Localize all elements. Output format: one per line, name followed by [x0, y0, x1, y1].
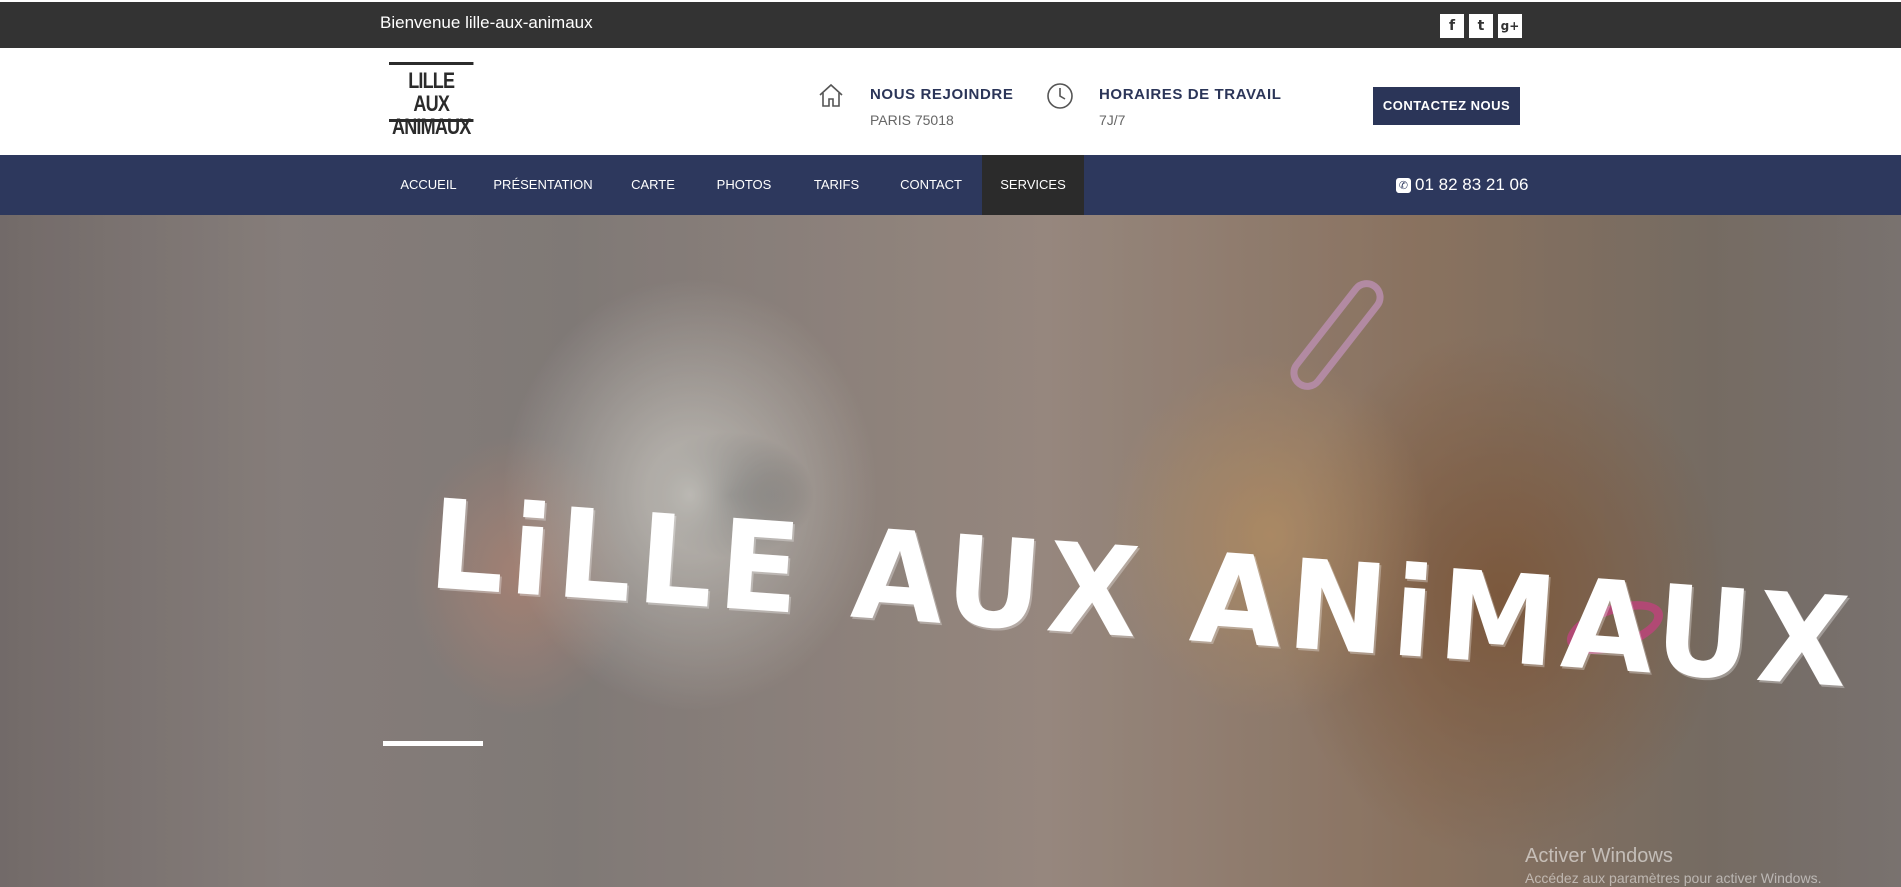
phone-icon: ✆	[1396, 178, 1411, 193]
nav-presentation[interactable]: PRÉSENTATION	[480, 155, 606, 215]
logo-line-1: LILLE AUX	[408, 68, 455, 116]
phone-number[interactable]: ✆ 01 82 83 21 06	[1396, 155, 1528, 215]
activate-windows-subtitle: Accédez aux paramètres pour activer Wind…	[1525, 870, 1822, 886]
nav-tarifs[interactable]: TARIFS	[799, 155, 874, 215]
hero-banner: LiLLE AUX ANiMAUX Activer Windows Accéde…	[0, 215, 1901, 887]
contact-us-button[interactable]: CONTACTEZ NOUS	[1373, 87, 1520, 125]
hours-title: HORAIRES DE TRAVAIL	[1099, 86, 1282, 103]
top-bar: Bienvenue lille-aux-animaux f t g+	[0, 0, 1901, 48]
nav-contact[interactable]: CONTACT	[887, 155, 975, 215]
location-subtitle: PARIS 75018	[870, 112, 954, 128]
hours-subtitle: 7J/7	[1099, 112, 1126, 128]
clock-icon	[1047, 83, 1073, 109]
location-title: NOUS REJOINDRE	[870, 86, 1014, 103]
nav-carte[interactable]: CARTE	[617, 155, 689, 215]
nav-services[interactable]: SERVICES	[982, 155, 1084, 215]
twitter-icon[interactable]: t	[1469, 14, 1493, 38]
activate-windows-title: Activer Windows	[1525, 845, 1673, 867]
nav-photos[interactable]: PHOTOS	[702, 155, 786, 215]
home-icon	[819, 83, 843, 107]
site-logo[interactable]: LILLE AUX ANIMAUX	[389, 62, 474, 138]
google-plus-icon[interactable]: g+	[1498, 14, 1522, 38]
hero-underline	[383, 741, 483, 746]
welcome-text: Bienvenue lille-aux-animaux	[380, 13, 593, 32]
main-nav: ACCUEIL PRÉSENTATION CARTE PHOTOS TARIFS…	[0, 155, 1901, 215]
logo-line-2: ANIMAUX	[391, 114, 471, 139]
facebook-icon[interactable]: f	[1440, 14, 1464, 38]
phone-text: 01 82 83 21 06	[1415, 175, 1529, 194]
nav-accueil[interactable]: ACCUEIL	[389, 155, 468, 215]
